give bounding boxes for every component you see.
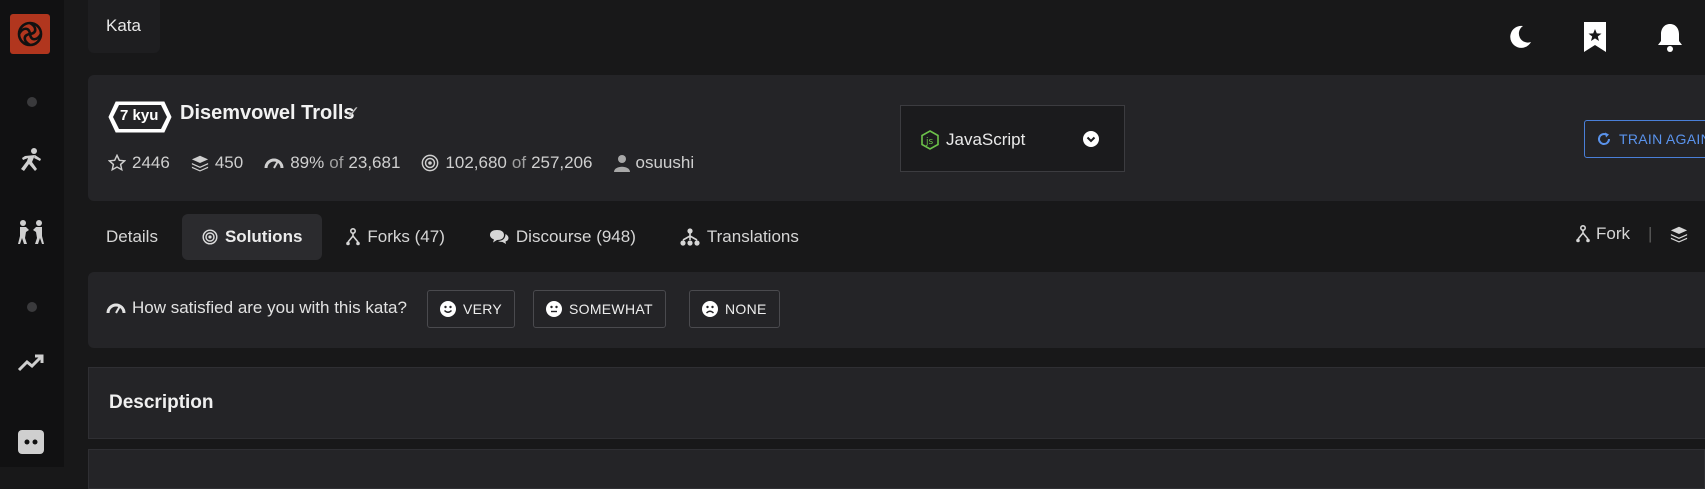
target-icon (202, 229, 218, 245)
tab-details[interactable]: Details (88, 214, 178, 260)
tab-solutions[interactable]: Solutions (181, 214, 323, 260)
layers-icon (1671, 226, 1688, 243)
satisfaction-stat: 89% of 23,681 (264, 153, 400, 173)
gauge-icon (264, 158, 284, 169)
kata-tabs: Details Solutions Forks (47) Discourse (… (88, 214, 823, 260)
target-icon (422, 154, 439, 172)
satisfaction-panel: How satisfied are you with this kata? VE… (88, 272, 1705, 348)
collections-stat[interactable]: 450 (191, 153, 243, 173)
satisfaction-question: How satisfied are you with this kata? (106, 298, 407, 318)
svg-text:js: js (925, 137, 934, 147)
description-title: Description (109, 392, 214, 413)
training-icon[interactable] (16, 146, 46, 176)
language-select[interactable]: js JavaScript (900, 105, 1125, 172)
fork-button[interactable]: Fork (1576, 224, 1630, 244)
kumite-icon[interactable] (16, 217, 46, 247)
star-icon (108, 154, 126, 172)
moon-icon[interactable] (1505, 20, 1535, 54)
user-icon (613, 155, 630, 172)
kata-title[interactable]: Disemvowel Trolls (180, 102, 355, 125)
train-again-button[interactable]: TRAIN AGAIN (1584, 120, 1705, 158)
top-tab-kata[interactable]: Kata (88, 0, 160, 53)
author-stat[interactable]: osuushi (613, 153, 694, 173)
sitemap-icon (680, 228, 700, 246)
language-selected: JavaScript (946, 130, 1026, 149)
completed-stat: 102,680 of 257,206 (421, 153, 593, 173)
stars-stat[interactable]: 2446 (108, 153, 170, 173)
tab-translations[interactable]: Translations (660, 214, 819, 260)
tab-discourse[interactable]: Discourse (948) (469, 214, 656, 260)
collect-button[interactable] (1670, 225, 1688, 243)
discord-icon[interactable] (16, 427, 46, 457)
codewars-logo-icon[interactable] (10, 14, 50, 54)
rank-label: 7 kyu (120, 107, 159, 124)
vote-very-button[interactable]: VERY (427, 290, 516, 328)
bookmark-icon[interactable] (1580, 20, 1610, 54)
refresh-icon (1598, 132, 1611, 145)
vote-none-button[interactable]: NONE (689, 290, 780, 328)
tab-forks[interactable]: Forks (47) (326, 214, 464, 260)
kata-header-card: 7 kyu Disemvowel Trolls ✓ 2446 450 89% of… (88, 75, 1705, 201)
rank-badge: 7 kyu (108, 100, 172, 139)
gauge-icon (106, 303, 126, 314)
nodejs-icon: js (921, 130, 939, 155)
completed-check-icon: ✓ (346, 103, 361, 122)
sidebar-dot (27, 302, 37, 312)
divider: | (1648, 224, 1653, 243)
kata-stats: 2446 450 89% of 23,681 102,680 of 257,206 os… (108, 153, 715, 173)
meh-icon (546, 301, 562, 317)
layers-icon (191, 155, 208, 172)
kata-actions: Fork | (1576, 224, 1688, 244)
chevron-down-icon (1083, 131, 1099, 152)
fork-icon (346, 228, 361, 246)
comments-icon (489, 230, 509, 244)
sidebar-dot (27, 97, 37, 107)
leaderboard-trend-icon[interactable] (16, 348, 46, 378)
description-panel[interactable]: Description (88, 367, 1705, 439)
bell-icon[interactable] (1655, 20, 1685, 54)
frown-icon (702, 301, 718, 317)
vote-somewhat-button[interactable]: SOMEWHAT (533, 290, 666, 328)
fork-icon (1576, 225, 1590, 243)
next-panel (88, 449, 1705, 489)
smile-icon (440, 301, 456, 317)
sidebar (0, 0, 64, 467)
